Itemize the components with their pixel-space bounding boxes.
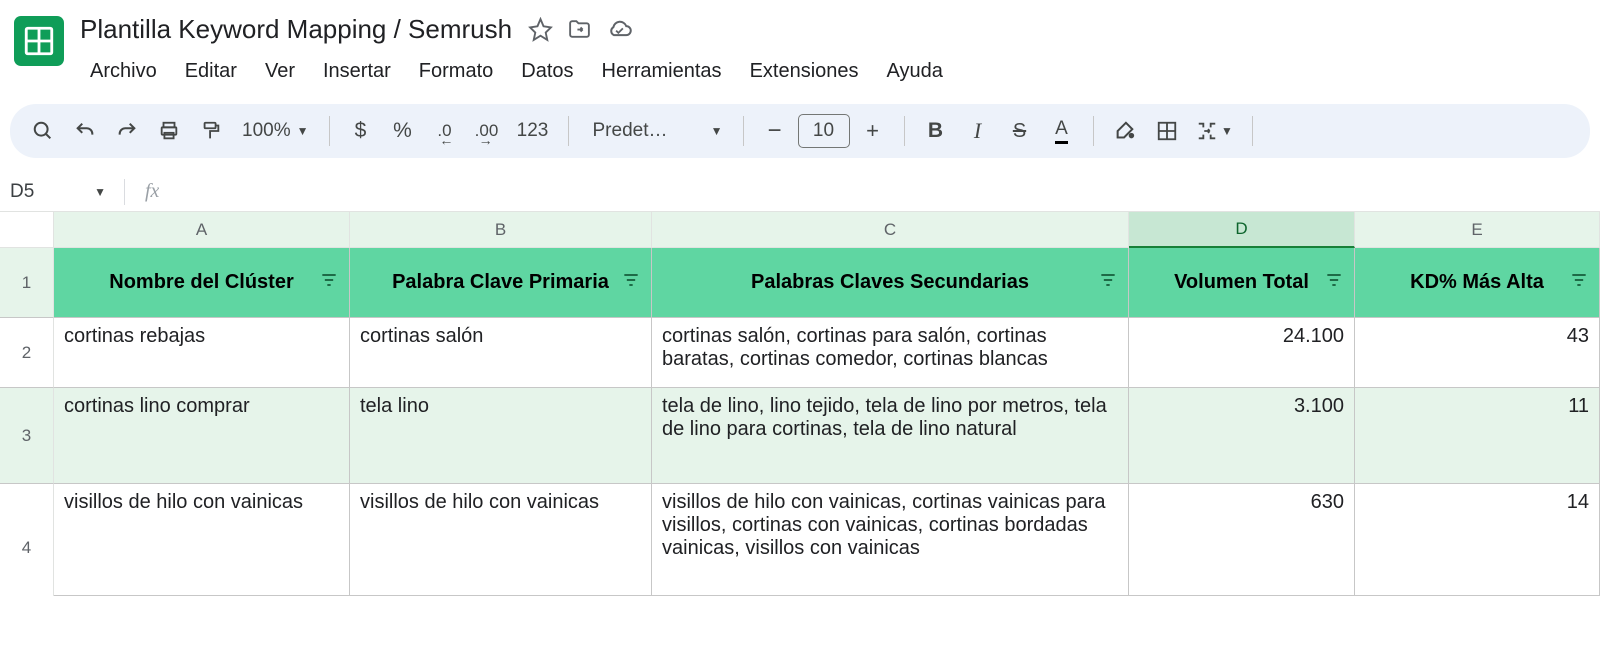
- chevron-down-icon: ▼: [711, 124, 723, 138]
- borders-button[interactable]: [1148, 112, 1186, 150]
- filter-icon[interactable]: [1098, 270, 1118, 296]
- formula-input[interactable]: [159, 172, 1600, 211]
- zoom-select[interactable]: 100% ▼: [234, 120, 317, 142]
- toolbar: 100% ▼ $ % .0← .00→ 123 Predet… ▼ − 10 +…: [10, 104, 1590, 158]
- menu-ver[interactable]: Ver: [253, 55, 307, 90]
- cell[interactable]: 14: [1355, 484, 1600, 596]
- menu-datos[interactable]: Datos: [509, 55, 585, 90]
- column-header-a[interactable]: A: [54, 212, 350, 248]
- cell[interactable]: cortinas salón: [350, 318, 652, 388]
- chevron-down-icon: ▼: [1221, 124, 1233, 138]
- filter-icon[interactable]: [1324, 270, 1344, 296]
- fx-icon: fx: [145, 180, 159, 203]
- cell[interactable]: 24.100: [1129, 318, 1355, 388]
- menu-insertar[interactable]: Insertar: [311, 55, 403, 90]
- chevron-down-icon: ▼: [94, 185, 106, 199]
- document-title[interactable]: Plantilla Keyword Mapping / Semrush: [78, 10, 514, 49]
- font-size-input[interactable]: 10: [798, 114, 850, 148]
- separator: [124, 179, 125, 205]
- italic-button[interactable]: I: [959, 112, 997, 150]
- menu-extensiones[interactable]: Extensiones: [738, 55, 871, 90]
- separator: [329, 116, 330, 146]
- increase-decimal-button[interactable]: .00→: [468, 112, 506, 150]
- cell[interactable]: 630: [1129, 484, 1355, 596]
- strikethrough-button[interactable]: S: [1001, 112, 1039, 150]
- more-formats-button[interactable]: 123: [510, 112, 556, 150]
- font-name: Predet…: [593, 120, 668, 142]
- separator: [743, 116, 744, 146]
- fill-color-button[interactable]: [1106, 112, 1144, 150]
- filter-icon[interactable]: [319, 270, 339, 296]
- cell[interactable]: tela lino: [350, 388, 652, 484]
- merge-cells-button[interactable]: ▼: [1190, 112, 1240, 150]
- zoom-value: 100%: [242, 120, 291, 142]
- bold-button[interactable]: B: [917, 112, 955, 150]
- increase-font-button[interactable]: +: [854, 112, 892, 150]
- chevron-down-icon: ▼: [297, 124, 309, 138]
- search-icon[interactable]: [24, 112, 62, 150]
- separator: [568, 116, 569, 146]
- table-header-secondary[interactable]: Palabras Claves Secundarias: [652, 248, 1129, 318]
- cell[interactable]: tela de lino, lino tejido, tela de lino …: [652, 388, 1129, 484]
- cloud-saved-icon[interactable]: [606, 16, 633, 43]
- cell[interactable]: 43: [1355, 318, 1600, 388]
- column-header-d[interactable]: D: [1129, 212, 1355, 248]
- column-header-b[interactable]: B: [350, 212, 652, 248]
- menu-formato[interactable]: Formato: [407, 55, 505, 90]
- cell[interactable]: cortinas rebajas: [54, 318, 350, 388]
- menu-bar: Archivo Editar Ver Insertar Formato Dato…: [78, 55, 1586, 90]
- column-header-e[interactable]: E: [1355, 212, 1600, 248]
- row-header-2[interactable]: 2: [0, 318, 54, 388]
- menu-archivo[interactable]: Archivo: [78, 55, 169, 90]
- table-header-kd[interactable]: KD% Más Alta: [1355, 248, 1600, 318]
- table-header-volume[interactable]: Volumen Total: [1129, 248, 1355, 318]
- filter-icon[interactable]: [621, 270, 641, 296]
- row-header-1[interactable]: 1: [0, 248, 54, 318]
- spreadsheet-grid: A B C D E 1 Nombre del Clúster Palabra C…: [0, 212, 1600, 596]
- select-all-corner[interactable]: [0, 212, 54, 248]
- cell[interactable]: 11: [1355, 388, 1600, 484]
- row-header-4[interactable]: 4: [0, 484, 54, 596]
- font-family-select[interactable]: Predet… ▼: [581, 120, 731, 142]
- menu-editar[interactable]: Editar: [173, 55, 249, 90]
- cell[interactable]: visillos de hilo con vainicas, cortinas …: [652, 484, 1129, 596]
- percent-format-button[interactable]: %: [384, 112, 422, 150]
- undo-icon[interactable]: [66, 112, 104, 150]
- row-header-3[interactable]: 3: [0, 388, 54, 484]
- print-icon[interactable]: [150, 112, 188, 150]
- redo-icon[interactable]: [108, 112, 146, 150]
- filter-icon[interactable]: [1569, 270, 1589, 296]
- table-header-cluster[interactable]: Nombre del Clúster: [54, 248, 350, 318]
- separator: [1093, 116, 1094, 146]
- sheets-logo[interactable]: [14, 16, 64, 66]
- name-box[interactable]: D5 ▼: [0, 181, 118, 203]
- decrease-font-button[interactable]: −: [756, 112, 794, 150]
- cell[interactable]: 3.100: [1129, 388, 1355, 484]
- currency-format-button[interactable]: $: [342, 112, 380, 150]
- menu-ayuda[interactable]: Ayuda: [875, 55, 955, 90]
- cell[interactable]: cortinas lino comprar: [54, 388, 350, 484]
- move-folder-icon[interactable]: [567, 17, 592, 42]
- formula-bar: D5 ▼ fx: [0, 172, 1600, 212]
- cell-reference: D5: [10, 181, 34, 203]
- text-color-button[interactable]: A: [1043, 112, 1081, 150]
- decrease-decimal-button[interactable]: .0←: [426, 112, 464, 150]
- table-header-primary[interactable]: Palabra Clave Primaria: [350, 248, 652, 318]
- column-header-c[interactable]: C: [652, 212, 1129, 248]
- cell[interactable]: cortinas salón, cortinas para salón, cor…: [652, 318, 1129, 388]
- separator: [904, 116, 905, 146]
- separator: [1252, 116, 1253, 146]
- star-icon[interactable]: [528, 17, 553, 42]
- menu-herramientas[interactable]: Herramientas: [590, 55, 734, 90]
- app-header: Plantilla Keyword Mapping / Semrush Arch…: [0, 0, 1600, 90]
- cell[interactable]: visillos de hilo con vainicas: [54, 484, 350, 596]
- paint-format-icon[interactable]: [192, 112, 230, 150]
- sheets-icon: [22, 24, 56, 58]
- cell[interactable]: visillos de hilo con vainicas: [350, 484, 652, 596]
